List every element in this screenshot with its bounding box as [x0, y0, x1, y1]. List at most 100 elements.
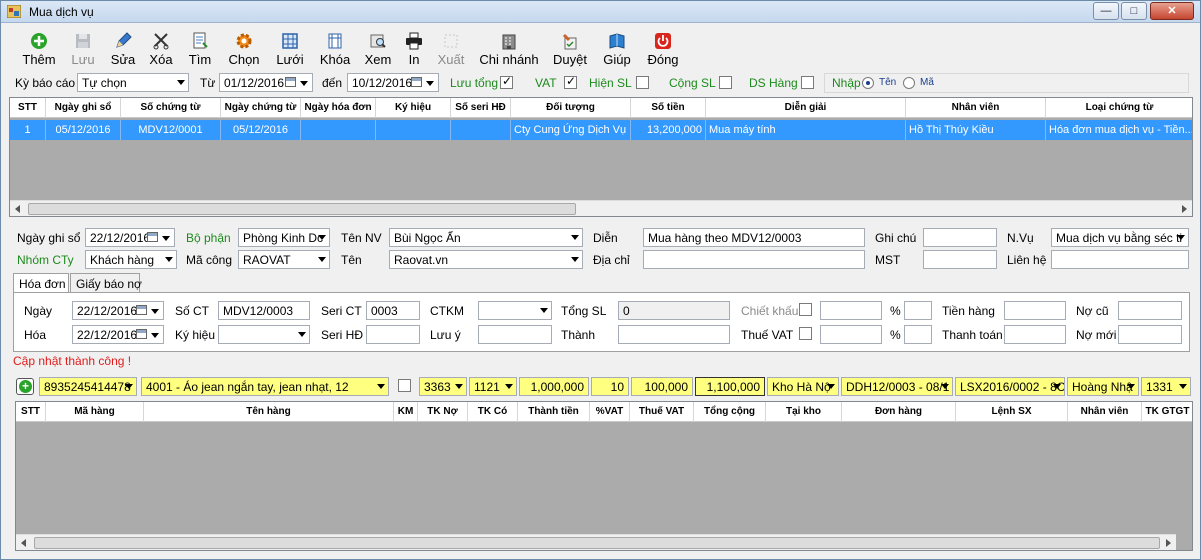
invoice-serial-input[interactable] [366, 325, 420, 344]
col-production-order[interactable]: Lệnh SX [956, 402, 1068, 422]
total-input[interactable] [618, 325, 730, 344]
col-symbol[interactable]: Ký hiệu [376, 98, 451, 118]
vat-account-select[interactable]: 1331 [1141, 377, 1191, 396]
discount-percent-input[interactable] [904, 301, 932, 320]
lock-button[interactable]: Khóa [315, 30, 355, 67]
col-warehouse[interactable]: Tại kho [766, 402, 842, 422]
grid-button[interactable]: Lưới [269, 30, 311, 67]
description-input[interactable]: Mua hàng theo MDV12/0003 [643, 228, 865, 247]
col-voucher-no[interactable]: Số chứng từ [121, 98, 221, 118]
goods-amount-input[interactable] [1004, 301, 1066, 320]
edit-button[interactable]: Sửa [105, 30, 141, 67]
voucher-grid[interactable]: STT Ngày ghi sổ Số chứng từ Ngày chứng t… [9, 97, 1193, 217]
scroll-right-icon[interactable] [1182, 205, 1187, 213]
branch-button[interactable]: Chi nhánh [477, 30, 541, 67]
operation-select[interactable]: Mua dịch vụ bằng séc ti [1051, 228, 1189, 247]
col-item-code[interactable]: Mã hàng [46, 402, 144, 422]
scroll-thumb[interactable] [34, 537, 1160, 549]
delete-button[interactable]: Xóa [143, 30, 179, 67]
note2-input[interactable] [478, 325, 552, 344]
minimize-button[interactable]: — [1093, 2, 1119, 20]
report-period-select[interactable]: Tự chọn [77, 73, 189, 92]
tab-invoice[interactable]: Hóa đơn [13, 273, 69, 294]
contact-input[interactable] [1051, 250, 1189, 269]
col-vat-amount[interactable]: Thuế VAT [630, 402, 694, 422]
col-credit[interactable]: TK Có [468, 402, 518, 422]
production-order-select[interactable]: LSX2016/0002 - 8C [955, 377, 1065, 396]
employee-select[interactable]: Bùi Ngọc Ẩn [389, 228, 583, 247]
line-total-input[interactable]: 1,100,000 [695, 377, 765, 396]
voucher-no-input[interactable]: MDV12/0003 [218, 301, 310, 320]
col-debit[interactable]: TK Nợ [418, 402, 468, 422]
symbol-select[interactable] [218, 325, 310, 344]
vat-checkbox[interactable] [564, 74, 577, 89]
detail-grid[interactable]: STT Mã hàng Tên hàng KM TK Nợ TK Có Thàn… [15, 401, 1193, 551]
tax-code-input[interactable] [923, 250, 997, 269]
scroll-left-icon[interactable] [21, 539, 26, 547]
voucher-serial-input[interactable]: 0003 [366, 301, 420, 320]
discount-checkbox[interactable] [799, 303, 812, 316]
horizontal-scrollbar[interactable] [10, 200, 1192, 216]
scroll-left-icon[interactable] [15, 205, 20, 213]
company-code-select[interactable]: RAOVAT [238, 250, 330, 269]
posting-date-picker[interactable]: 22/12/2016 [85, 228, 175, 247]
promo-item-checkbox[interactable] [398, 379, 411, 392]
to-date-picker[interactable]: 10/12/2016 [347, 73, 439, 92]
company-group-select[interactable]: Khách hàng [85, 250, 177, 269]
line-amount-input[interactable]: 1,000,000 [519, 377, 589, 396]
old-debt-input[interactable] [1118, 301, 1182, 320]
scroll-right-icon[interactable] [1166, 539, 1171, 547]
view-button[interactable]: Xem [359, 30, 397, 67]
export-button[interactable]: Xuất [433, 30, 469, 67]
tab-debit-note[interactable]: Giấy báo nợ [70, 273, 142, 293]
col-stt[interactable]: STT [16, 402, 46, 422]
address-input[interactable] [643, 250, 865, 269]
col-invoice-serial[interactable]: Số seri HĐ [451, 98, 511, 118]
col-posting-date[interactable]: Ngày ghi sổ [46, 98, 121, 118]
save-total-checkbox[interactable] [500, 74, 513, 89]
col-vat-rate[interactable]: %VAT [590, 402, 630, 422]
col-order[interactable]: Đơn hàng [842, 402, 956, 422]
department-select[interactable]: Phòng Kinh Dc [238, 228, 330, 247]
debit-account-select[interactable]: 3363 [419, 377, 467, 396]
payment-input[interactable] [1004, 325, 1066, 344]
vat-tax-checkbox[interactable] [799, 327, 812, 340]
item-list-checkbox[interactable] [801, 76, 814, 89]
note-input[interactable] [923, 228, 997, 247]
horizontal-scrollbar[interactable] [16, 534, 1176, 550]
vat-amount-input[interactable] [820, 325, 882, 344]
col-voucher-date[interactable]: Ngày chứng từ [221, 98, 301, 118]
item-select[interactable]: 4001 - Áo jean ngắn tay, jean nhạt, 12 [141, 377, 389, 396]
add-row-button[interactable]: + [16, 378, 34, 395]
name-radio[interactable] [862, 77, 874, 89]
invoice-date-picker[interactable]: 22/12/2016 [72, 301, 164, 320]
new-debt-input[interactable] [1118, 325, 1182, 344]
col-invoice-date[interactable]: Ngày hóa đơn [301, 98, 376, 118]
discount-amount-input[interactable] [820, 301, 882, 320]
order-select[interactable]: DDH12/0003 - 08/1 [841, 377, 953, 396]
table-row[interactable]: 1 05/12/2016 MDV12/0001 05/12/2016 Cty C… [10, 120, 1192, 140]
col-employee[interactable]: Nhân viên [906, 98, 1046, 118]
print-button[interactable]: In [401, 30, 427, 67]
col-vat-account[interactable]: TK GTGT [1142, 402, 1192, 422]
select-button[interactable]: Chọn [223, 30, 265, 67]
vat-value-input[interactable]: 100,000 [631, 377, 693, 396]
save-button[interactable]: Lưu [65, 30, 101, 67]
credit-account-select[interactable]: 1121 [469, 377, 517, 396]
col-amount[interactable]: Số tiền [631, 98, 706, 118]
col-description[interactable]: Diễn giải [706, 98, 906, 118]
col-party[interactable]: Đối tượng [511, 98, 631, 118]
col-promo[interactable]: KM [394, 402, 418, 422]
scroll-thumb[interactable] [28, 203, 576, 215]
help-button[interactable]: Giúp [599, 30, 635, 67]
close-form-button[interactable]: Đóng [643, 30, 683, 67]
close-button[interactable]: ✕ [1150, 2, 1194, 20]
staff-select[interactable]: Hoàng Nhậ [1067, 377, 1139, 396]
col-voucher-type[interactable]: Loại chứng từ [1046, 98, 1192, 118]
col-total[interactable]: Tổng cộng [694, 402, 766, 422]
maximize-button[interactable]: □ [1121, 2, 1147, 20]
invoice-date2-picker[interactable]: 22/12/2016 [72, 325, 164, 344]
total-qty-input[interactable]: 0 [618, 301, 730, 320]
vat-rate-input[interactable]: 10 [591, 377, 629, 396]
find-button[interactable]: Tìm [181, 30, 219, 67]
